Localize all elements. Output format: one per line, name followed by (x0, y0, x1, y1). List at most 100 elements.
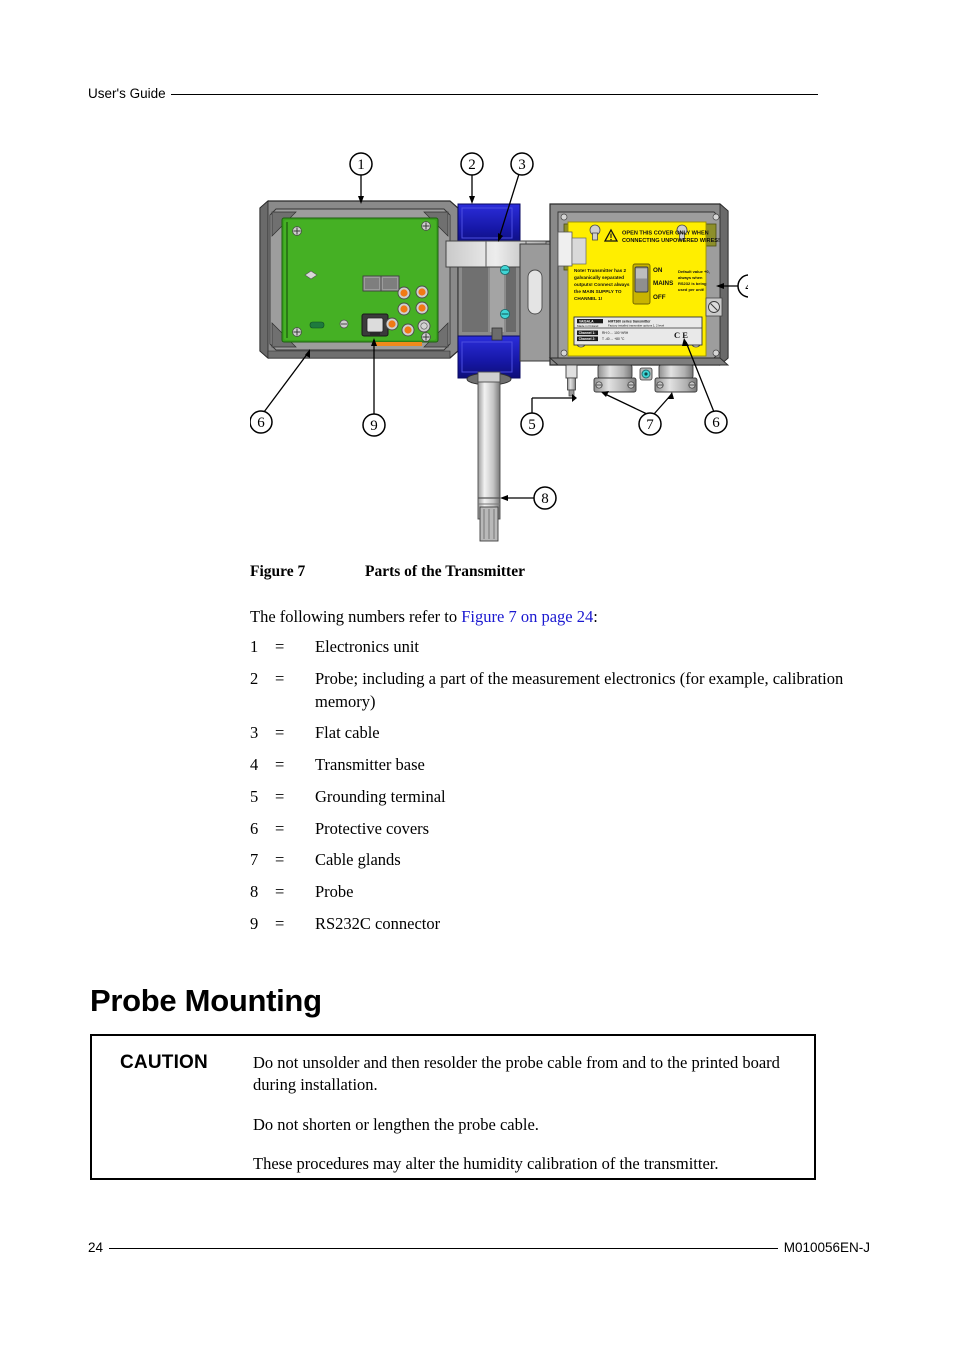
callout-1: 1 (349, 152, 373, 176)
callout-7: 7 (638, 412, 662, 436)
svg-text:RS232 is being: RS232 is being (678, 281, 707, 286)
legend-text: Transmitter base (315, 755, 425, 775)
caution-callout-box: CAUTION Do not unsolder and then resolde… (90, 1034, 816, 1180)
legend-separator: = (275, 755, 285, 775)
svg-text:Channel 2:: Channel 2: (579, 337, 596, 341)
rs232c-connector (361, 313, 389, 337)
svg-text:the MAIN SUPPLY TO: the MAIN SUPPLY TO (574, 289, 622, 294)
header-rule (170, 94, 818, 95)
page-header: User's Guide (88, 86, 818, 101)
svg-text:5: 5 (528, 417, 536, 433)
list-item: 8 = Probe (250, 881, 850, 904)
list-item: 4 = Transmitter base (250, 754, 850, 777)
legend-number: 2 (250, 668, 259, 688)
legend-text: Protective covers (315, 818, 430, 838)
callout-5: 5 (520, 412, 544, 436)
figure-legend-list: 1 = Electronics unit 2 = Probe; includin… (250, 636, 850, 945)
legend-separator: = (275, 882, 285, 902)
legend-separator: = (275, 723, 285, 743)
legend-text: Cable glands (315, 850, 401, 870)
legend-number: 8 (250, 882, 259, 902)
switch-label-mains: MAINS (653, 280, 673, 287)
svg-text:Made in Finland: Made in Finland (577, 324, 599, 328)
switch-label-off: OFF (653, 294, 666, 301)
legend-number: 9 (250, 913, 259, 933)
list-item: 6 = Protective covers (250, 818, 850, 841)
cover-warning-line1: OPEN THIS COVER ONLY WHEN (622, 231, 709, 237)
figure-caption-title: Parts of the Transmitter (365, 563, 525, 580)
svg-text:2: 2 (468, 157, 476, 173)
page-title: Probe Mounting (90, 982, 322, 1018)
svg-text:8: 8 (541, 491, 549, 507)
legend-text: Grounding terminal (315, 786, 446, 806)
electronics-unit (259, 200, 459, 359)
svg-text:3: 3 (518, 157, 526, 173)
svg-text:C E: C E (674, 330, 688, 340)
intro-prefix: The following numbers refer to (250, 607, 462, 626)
legend-number: 4 (250, 755, 259, 775)
callout-6-right: 6 (704, 410, 728, 434)
svg-text:RH 0 ... 100 %RH: RH 0 ... 100 %RH (602, 331, 629, 335)
svg-text:used per unit!: used per unit! (678, 287, 704, 292)
list-item: 2 = Probe; including a part of the measu… (250, 668, 850, 714)
svg-text:Note! Transmitter has 2: Note! Transmitter has 2 (574, 268, 626, 273)
cable-gland-right (654, 364, 698, 393)
caution-body: Do not unsolder and then resolder the pr… (250, 1052, 802, 1173)
legend-number: 7 (250, 850, 259, 870)
list-item: 7 = Cable glands (250, 849, 850, 872)
callout-3: 3 (510, 152, 534, 176)
legend-text: Flat cable (315, 723, 380, 743)
svg-text:outputs! Connect always: outputs! Connect always (574, 282, 630, 287)
legend-text: Probe; including a part of the measureme… (315, 668, 844, 711)
legend-number: 5 (250, 786, 259, 806)
caution-paragraph: Do not shorten or lengthen the probe cab… (253, 1114, 539, 1134)
svg-text:CHANNEL 1!: CHANNEL 1! (574, 296, 603, 301)
switch-label-on: ON (653, 267, 663, 274)
probe-stem (477, 371, 501, 542)
footer-rule (109, 1248, 778, 1249)
list-item: 5 = Grounding terminal (250, 786, 850, 809)
legend-separator: = (275, 786, 285, 806)
intro-suffix: : (593, 607, 598, 626)
svg-text:6: 6 (257, 415, 265, 431)
figure-cross-reference-link[interactable]: Figure 7 on page 24 (461, 607, 593, 626)
svg-text:VAISALA: VAISALA (579, 320, 594, 324)
legend-separator: = (275, 637, 285, 656)
figure-caption: Figure 7 Parts of the Transmitter (250, 563, 850, 581)
legend-separator: = (275, 913, 285, 933)
svg-text:T -40 ... +80 °C: T -40 ... +80 °C (602, 337, 625, 341)
callout-8: 8 (533, 486, 557, 510)
legend-text: Electronics unit (315, 637, 420, 656)
svg-text:always when: always when (678, 275, 703, 280)
legend-number: 1 (250, 637, 259, 656)
callout-9: 9 (362, 413, 386, 437)
caution-paragraph: These procedures may alter the humidity … (253, 1154, 719, 1174)
transmitter-diagram: OPEN THIS COVER ONLY WHEN CONNECTING UNP… (250, 146, 748, 543)
list-item: 9 = RS232C connector (250, 913, 850, 936)
callout-2: 2 (460, 152, 484, 176)
svg-text:9: 9 (370, 418, 378, 434)
svg-text:Channel 1:: Channel 1: (579, 331, 596, 335)
intro-paragraph: The following numbers refer to Figure 7 … (250, 606, 870, 628)
page-footer: 24 M010056EN-J (88, 1240, 870, 1255)
svg-text:galvanically separated: galvanically separated (574, 275, 624, 280)
header-title: User's Guide (88, 86, 166, 101)
legend-text: RS232C connector (315, 913, 441, 933)
svg-text:6: 6 (712, 415, 720, 431)
caution-label: CAUTION (120, 1052, 208, 1073)
cover-warning-line2: CONNECTING UNPOWERED WIRES! (622, 238, 720, 244)
mains-switch[interactable] (632, 263, 651, 305)
footer-page-number: 24 (88, 1240, 104, 1255)
legend-separator: = (275, 668, 285, 688)
svg-text:7: 7 (646, 417, 654, 433)
caution-paragraph: Do not unsolder and then resolder the pr… (253, 1053, 780, 1094)
legend-separator: = (275, 850, 285, 870)
svg-text:Factory installed transmitter: Factory installed transmitter options 1,… (608, 324, 664, 328)
figure-caption-number: Figure 7 (250, 563, 306, 580)
list-item: 1 = Electronics unit (250, 636, 850, 659)
nameplate: VAISALA Made in Finland HMT360 series tr… (573, 316, 703, 346)
legend-number: 3 (250, 723, 259, 743)
footer-document-id: M010056EN-J (783, 1240, 870, 1255)
legend-separator: = (275, 818, 285, 838)
svg-text:Default value +0,: Default value +0, (678, 269, 710, 274)
